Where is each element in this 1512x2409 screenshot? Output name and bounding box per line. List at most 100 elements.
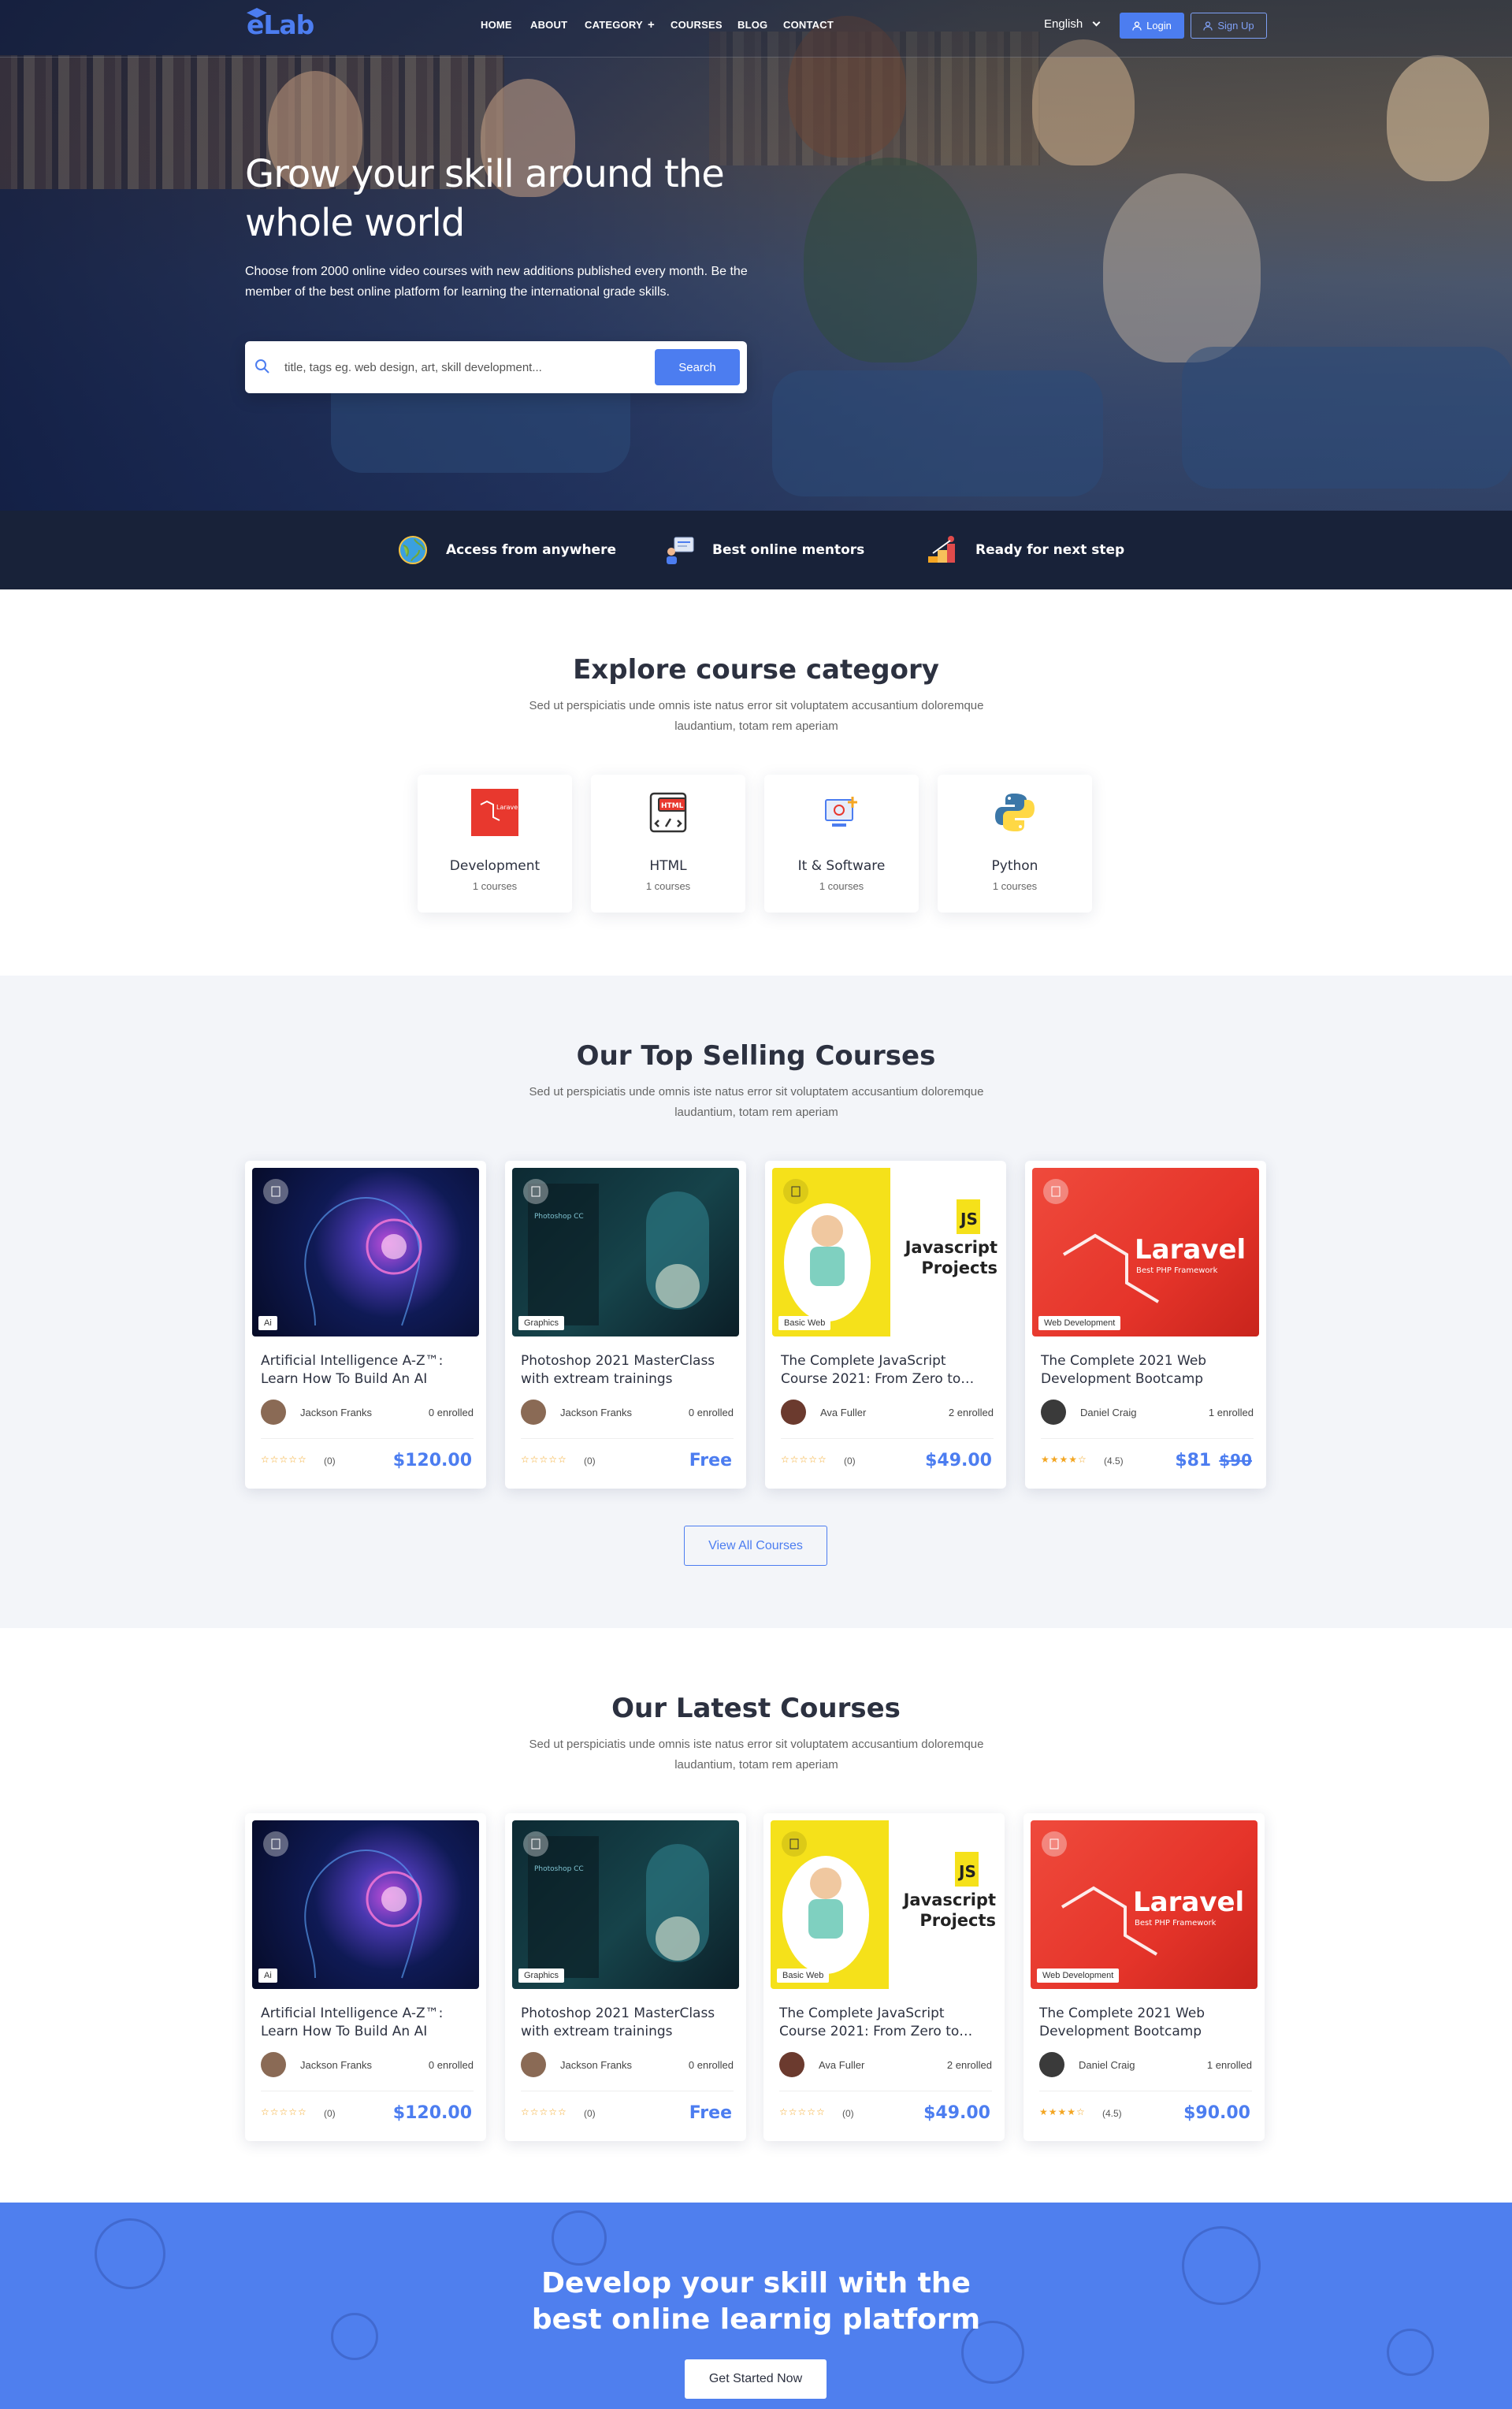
rating-value: (0)	[842, 2108, 854, 2119]
course-tag: Graphics	[518, 1316, 565, 1330]
course-tag: Graphics	[518, 1968, 565, 1983]
software-icon	[825, 797, 857, 827]
course-price: $90.00	[1183, 2103, 1250, 2123]
rating-stars: ☆☆☆☆☆	[779, 2106, 826, 2117]
signup-label: Sign Up	[1217, 20, 1254, 32]
course-thumbnail: Laravel Best PHP Framework Web Developmen…	[1032, 1168, 1259, 1336]
menu-home[interactable]: HOME	[481, 19, 512, 31]
top-selling-title: Our Top Selling Courses	[576, 1040, 936, 1072]
rating-stars: ★★★★☆	[1041, 1454, 1087, 1465]
rating-stars: ☆☆☆☆☆	[261, 1454, 307, 1465]
category-count: 1 courses	[992, 880, 1038, 892]
js-cover-label: JS	[957, 1862, 976, 1881]
price-current: $81	[1175, 1451, 1212, 1470]
laravel-cover-title: Laravel	[1135, 1234, 1246, 1266]
course-card[interactable]: Laravel Best PHP Framework Web Developmen…	[1025, 1161, 1266, 1489]
html-icon: HTML	[649, 792, 687, 833]
menu-about[interactable]: ABOUT	[530, 19, 567, 31]
instructor-avatar	[521, 2052, 546, 2077]
login-button[interactable]: Login	[1120, 13, 1184, 39]
category-name: Python	[991, 858, 1038, 874]
signup-button[interactable]: Sign Up	[1191, 13, 1267, 39]
feature-mentors: Best online mentors	[663, 534, 864, 566]
menu-contact[interactable]: CONTACT	[783, 19, 834, 31]
category-card-it-software[interactable]: It & Software 1 courses	[764, 775, 919, 913]
document-icon	[782, 1831, 807, 1857]
hero-title: Grow your skill around the whole world	[245, 152, 725, 245]
js-cover-title: Javascript Projects	[905, 1238, 997, 1277]
course-card[interactable]: Photoshop CC Graphics Photoshop 2021 Mas…	[505, 1813, 746, 2141]
course-title[interactable]: The Complete JavaScript Course 2021: Fro…	[779, 2005, 992, 2041]
document-icon	[783, 1179, 808, 1204]
globe-icon	[397, 534, 429, 566]
price-current: $49.00	[925, 1451, 992, 1470]
category-card-development[interactable]: Laravel Development 1 courses	[418, 775, 572, 913]
price-current: $120.00	[392, 1451, 472, 1470]
chevron-down-icon	[1092, 18, 1101, 27]
course-card[interactable]: JS Javascript Projects Basic Web The Comp…	[763, 1813, 1005, 2141]
document-icon	[263, 1831, 288, 1857]
card-divider	[781, 1438, 994, 1439]
category-card-html[interactable]: HTML HTML 1 courses	[591, 775, 745, 913]
student-figure	[1103, 173, 1261, 362]
top-navbar: eLab HOME ABOUT CATEGORY + COURSES BLOG …	[0, 0, 1512, 58]
search-input[interactable]	[284, 357, 678, 377]
laravel-cover-title: Laravel	[1133, 1887, 1244, 1918]
course-thumbnail: Photoshop CC Graphics	[512, 1168, 739, 1336]
student-figure	[1032, 39, 1135, 165]
cta-title-text: Develop your skill with the best online …	[531, 2267, 981, 2336]
rating-value: (4.5)	[1104, 1455, 1124, 1467]
language-select[interactable]: English	[1044, 17, 1101, 31]
course-title[interactable]: The Complete 2021 Web Development Bootca…	[1039, 2005, 1252, 2041]
site-logo[interactable]: eLab	[247, 8, 314, 40]
feature-label: Ready for next step	[975, 542, 1125, 558]
jeans-shape	[772, 370, 1103, 496]
course-thumbnail: JS Javascript Projects Basic Web	[771, 1820, 997, 1989]
user-icon	[1132, 20, 1142, 31]
course-title[interactable]: The Complete 2021 Web Development Bootca…	[1041, 1352, 1254, 1389]
course-tag: Basic Web	[777, 1968, 830, 1983]
course-title[interactable]: The Complete JavaScript Course 2021: Fro…	[781, 1352, 994, 1389]
python-icon	[995, 794, 1035, 831]
explore-subtitle: Sed ut perspiciatis unde omnis iste natu…	[529, 699, 984, 733]
course-thumbnail: Photoshop CC Graphics	[512, 1820, 739, 1989]
rating-value: (4.5)	[1102, 2108, 1122, 2119]
course-thumbnail: JS Javascript Projects Basic Web	[772, 1168, 999, 1336]
menu-blog[interactable]: BLOG	[737, 19, 767, 31]
category-plus-icon[interactable]: +	[648, 18, 655, 32]
top-selling-subtitle: Sed ut perspiciatis unde omnis iste natu…	[529, 1085, 984, 1119]
category-card-python[interactable]: Python 1 courses	[938, 775, 1092, 913]
category-name: HTML	[649, 858, 687, 874]
instructor-avatar	[261, 1400, 286, 1425]
card-divider	[261, 1438, 474, 1439]
rating-stars: ☆☆☆☆☆	[521, 1454, 567, 1465]
course-title[interactable]: Artificial Intelligence A-Z™: Learn How …	[261, 1352, 474, 1389]
svg-text:HTML: HTML	[661, 802, 684, 810]
category-count: 1 courses	[645, 880, 691, 892]
menu-category[interactable]: CATEGORY	[585, 19, 643, 31]
category-name: It & Software	[797, 858, 886, 874]
instructor-name: Jackson Franks	[560, 2059, 633, 2071]
course-title[interactable]: Photoshop 2021 MasterClass with extream …	[521, 1352, 734, 1389]
course-card[interactable]: Photoshop CC Graphics Photoshop 2021 Mas…	[505, 1161, 746, 1489]
course-card[interactable]: Ai Artificial Intelligence A-Z™: Learn H…	[245, 1161, 486, 1489]
search-button[interactable]: Search	[655, 349, 740, 385]
menu-courses[interactable]: COURSES	[671, 19, 723, 31]
instructor-name: Jackson Franks	[300, 1407, 373, 1418]
view-all-courses-button[interactable]: View All Courses	[684, 1526, 827, 1566]
course-card[interactable]: Laravel Best PHP Framework Web Developmen…	[1023, 1813, 1265, 2141]
course-tag: Ai	[258, 1316, 277, 1330]
rating-value: (0)	[844, 1455, 856, 1467]
course-title[interactable]: Artificial Intelligence A-Z™: Learn How …	[261, 2005, 474, 2041]
enrolled-count: 2 enrolled	[948, 1407, 994, 1418]
instructor-name: Daniel Craig	[1079, 2059, 1135, 2071]
course-card[interactable]: JS Javascript Projects Basic Web The Comp…	[765, 1161, 1006, 1489]
course-tag: Ai	[258, 1968, 277, 1983]
instructor-name: Jackson Franks	[560, 1407, 633, 1418]
document-icon	[523, 1831, 548, 1857]
course-title[interactable]: Photoshop 2021 MasterClass with extream …	[521, 2005, 734, 2041]
course-card[interactable]: Ai Artificial Intelligence A-Z™: Learn H…	[245, 1813, 486, 2141]
instructor-avatar	[1041, 1400, 1066, 1425]
get-started-button[interactable]: Get Started Now	[685, 2359, 827, 2399]
enrolled-count: 1 enrolled	[1206, 2059, 1252, 2071]
